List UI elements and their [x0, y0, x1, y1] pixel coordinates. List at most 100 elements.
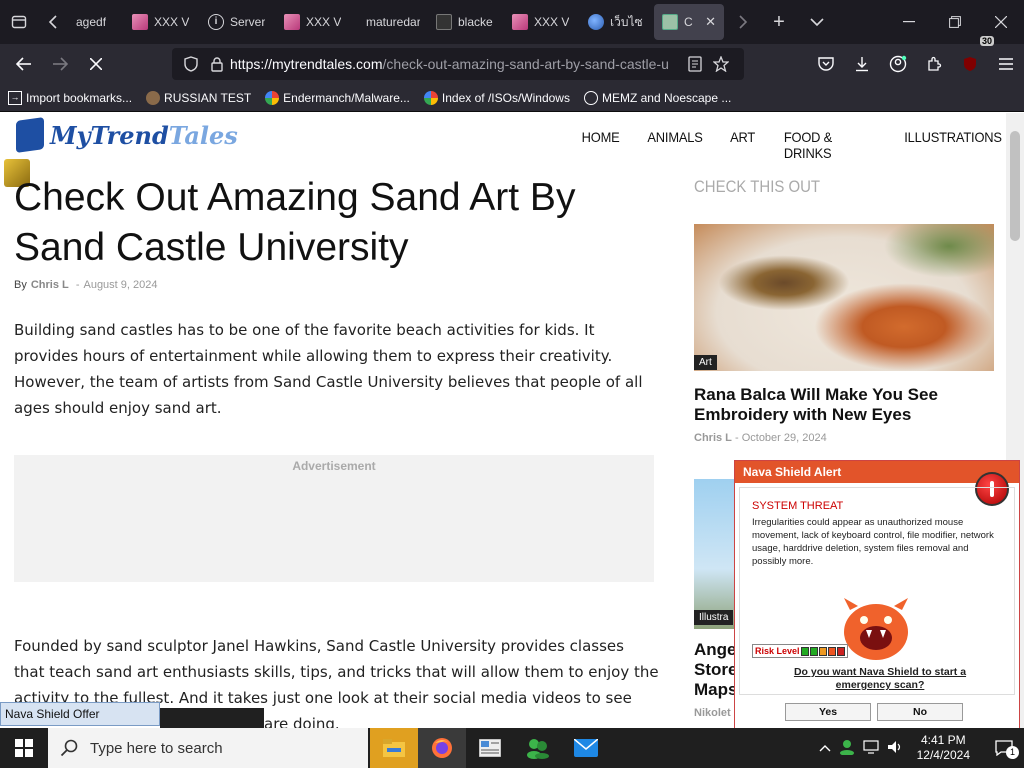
pocket-icon[interactable] [808, 44, 844, 84]
tab-1[interactable]: XXX V [124, 0, 200, 44]
bookmark-index-isos[interactable]: Index of /ISOs/Windows [423, 90, 570, 105]
minimize-icon[interactable] [886, 0, 932, 44]
nava-shield-offer-window[interactable]: Nava Shield Offer [0, 702, 160, 726]
search-placeholder: Type here to search [90, 739, 223, 757]
notification-center-icon[interactable]: 1 [984, 740, 1024, 759]
chevron-up-icon[interactable] [819, 741, 831, 755]
taskbar-search[interactable]: Type here to search [48, 728, 368, 768]
article-paragraph: Founded by sand sculptor Janel Hawkins, … [14, 637, 659, 707]
tab-7[interactable]: เว็บไซ [580, 0, 652, 44]
volume-icon[interactable] [887, 740, 903, 757]
article-byline: By Chris L - August 9, 2024 [14, 279, 158, 291]
bookmark-star-icon[interactable] [708, 56, 734, 72]
system-tray: 4:41 PM 12/4/2024 1 [819, 728, 1024, 768]
shield-icon[interactable] [178, 56, 204, 72]
tab-title: blacke [458, 15, 493, 29]
forward-button[interactable] [42, 44, 78, 84]
scroll-tabs-right-icon[interactable] [726, 0, 760, 44]
chevron-down-icon[interactable] [798, 0, 836, 44]
downloads-icon[interactable] [844, 44, 880, 84]
bookmarks-bar: → Import bookmarks... RUSSIAN TEST Enderm… [0, 84, 1024, 112]
google-icon [423, 90, 438, 105]
bookmark-label: Import bookmarks... [26, 90, 133, 105]
overlay-block [160, 708, 264, 728]
advertisement-slot[interactable]: Advertisement [14, 455, 654, 582]
nav-illustrations[interactable]: ILLUSTRATIONS [904, 129, 1002, 161]
circle-icon [146, 90, 161, 105]
no-button[interactable]: No [877, 703, 963, 721]
url-text[interactable]: https://mytrendtales.com/check-out-amazi… [230, 56, 682, 72]
account-icon[interactable] [880, 44, 916, 84]
bookmark-import[interactable]: → Import bookmarks... [8, 90, 133, 105]
bookmark-endermanch[interactable]: Endermanch/Malware... [265, 90, 410, 105]
tab-title: agedf [76, 15, 107, 29]
tab-3[interactable]: XXX V [276, 0, 352, 44]
clock[interactable]: 4:41 PM 12/4/2024 [917, 733, 970, 763]
nav-food-drinks[interactable]: FOOD & DRINKS [784, 129, 872, 161]
category-tag[interactable]: Illustra [694, 610, 734, 625]
restore-icon[interactable] [932, 0, 978, 44]
risk-level-meter: Risk Level [752, 644, 848, 658]
tab-4[interactable]: maturedar [352, 0, 428, 44]
firefox-icon[interactable] [418, 728, 466, 768]
sidebar-article-title[interactable]: Rana Balca Will Make You See Embroidery … [694, 385, 994, 425]
monster-icon [844, 598, 908, 660]
favicon-icon [662, 14, 678, 30]
people-tray-icon[interactable] [839, 739, 855, 758]
news-app-icon[interactable] [466, 728, 514, 768]
url-path: /check-out-amazing-sand-art-by-sand-cast… [382, 56, 669, 72]
globe-icon [583, 90, 598, 105]
lock-icon[interactable] [204, 56, 230, 72]
tab-0[interactable]: agedf [68, 0, 124, 44]
sidebar-article-title[interactable]: Ange Store Maps [694, 640, 739, 700]
tab-list-icon[interactable] [0, 0, 38, 44]
notification-count: 1 [1006, 746, 1019, 759]
favicon-icon [132, 14, 148, 30]
people-app-icon[interactable] [514, 728, 562, 768]
logo-text: MyTrendTales [50, 120, 238, 150]
nav-home[interactable]: HOME [582, 129, 620, 161]
sidebar-article-meta: Nikolet [694, 707, 731, 719]
author-link[interactable]: Chris L [31, 279, 69, 291]
address-bar[interactable]: https://mytrendtales.com/check-out-amazi… [172, 48, 744, 80]
reader-view-icon[interactable] [682, 56, 708, 72]
site-logo[interactable]: MyTrendTales [16, 117, 238, 153]
back-button[interactable] [6, 44, 42, 84]
windows-icon [15, 739, 33, 757]
mail-icon[interactable] [562, 728, 610, 768]
article-paragraph: Building sand castles has to be one of t… [14, 321, 643, 417]
tab-active[interactable]: Che ✕ [654, 4, 724, 40]
bookmark-memz[interactable]: MEMZ and Noescape ... [583, 90, 731, 105]
tab-title: maturedar [366, 15, 420, 29]
nav-animals[interactable]: ANIMALS [648, 129, 703, 161]
bookmark-label: Index of /ISOs/Windows [441, 90, 570, 105]
menu-icon[interactable] [988, 44, 1024, 84]
network-icon[interactable] [863, 739, 879, 757]
extensions-icon[interactable] [916, 44, 952, 84]
browser-tab-bar: agedf XXX V i Server XXX V maturedar blac… [0, 0, 1024, 44]
tab-2[interactable]: i Server [200, 0, 276, 44]
stop-loading-button[interactable] [78, 44, 114, 84]
nav-art[interactable]: ART [730, 129, 755, 161]
bookmark-label: RUSSIAN TEST [164, 90, 252, 105]
file-explorer-icon[interactable] [370, 728, 418, 768]
bookmark-russian-test[interactable]: RUSSIAN TEST [146, 90, 252, 105]
globe-icon [588, 14, 604, 30]
category-tag[interactable]: Art [694, 355, 717, 370]
scroll-tabs-left-icon[interactable] [38, 0, 68, 44]
windows-taskbar: Type here to search 4:41 PM 12/4/2024 1 [0, 728, 1024, 768]
scrollbar-thumb[interactable] [1010, 131, 1020, 241]
favicon-icon [284, 14, 300, 30]
start-button[interactable] [0, 728, 48, 768]
embroidery-image[interactable] [694, 224, 994, 371]
new-tab-icon[interactable]: + [760, 0, 798, 44]
clock-time: 4:41 PM [920, 733, 966, 747]
browser-nav-bar: https://mytrendtales.com/check-out-amazi… [0, 36, 1024, 84]
yes-button[interactable]: Yes [785, 703, 871, 721]
clock-date: 12/4/2024 [916, 748, 970, 762]
ublock-extension-icon[interactable]: 30 [952, 36, 994, 84]
close-tab-icon[interactable]: ✕ [705, 14, 716, 30]
tab-5[interactable]: blacke [428, 0, 504, 44]
illustration-image[interactable] [694, 479, 739, 629]
tab-6[interactable]: XXX V [504, 0, 580, 44]
